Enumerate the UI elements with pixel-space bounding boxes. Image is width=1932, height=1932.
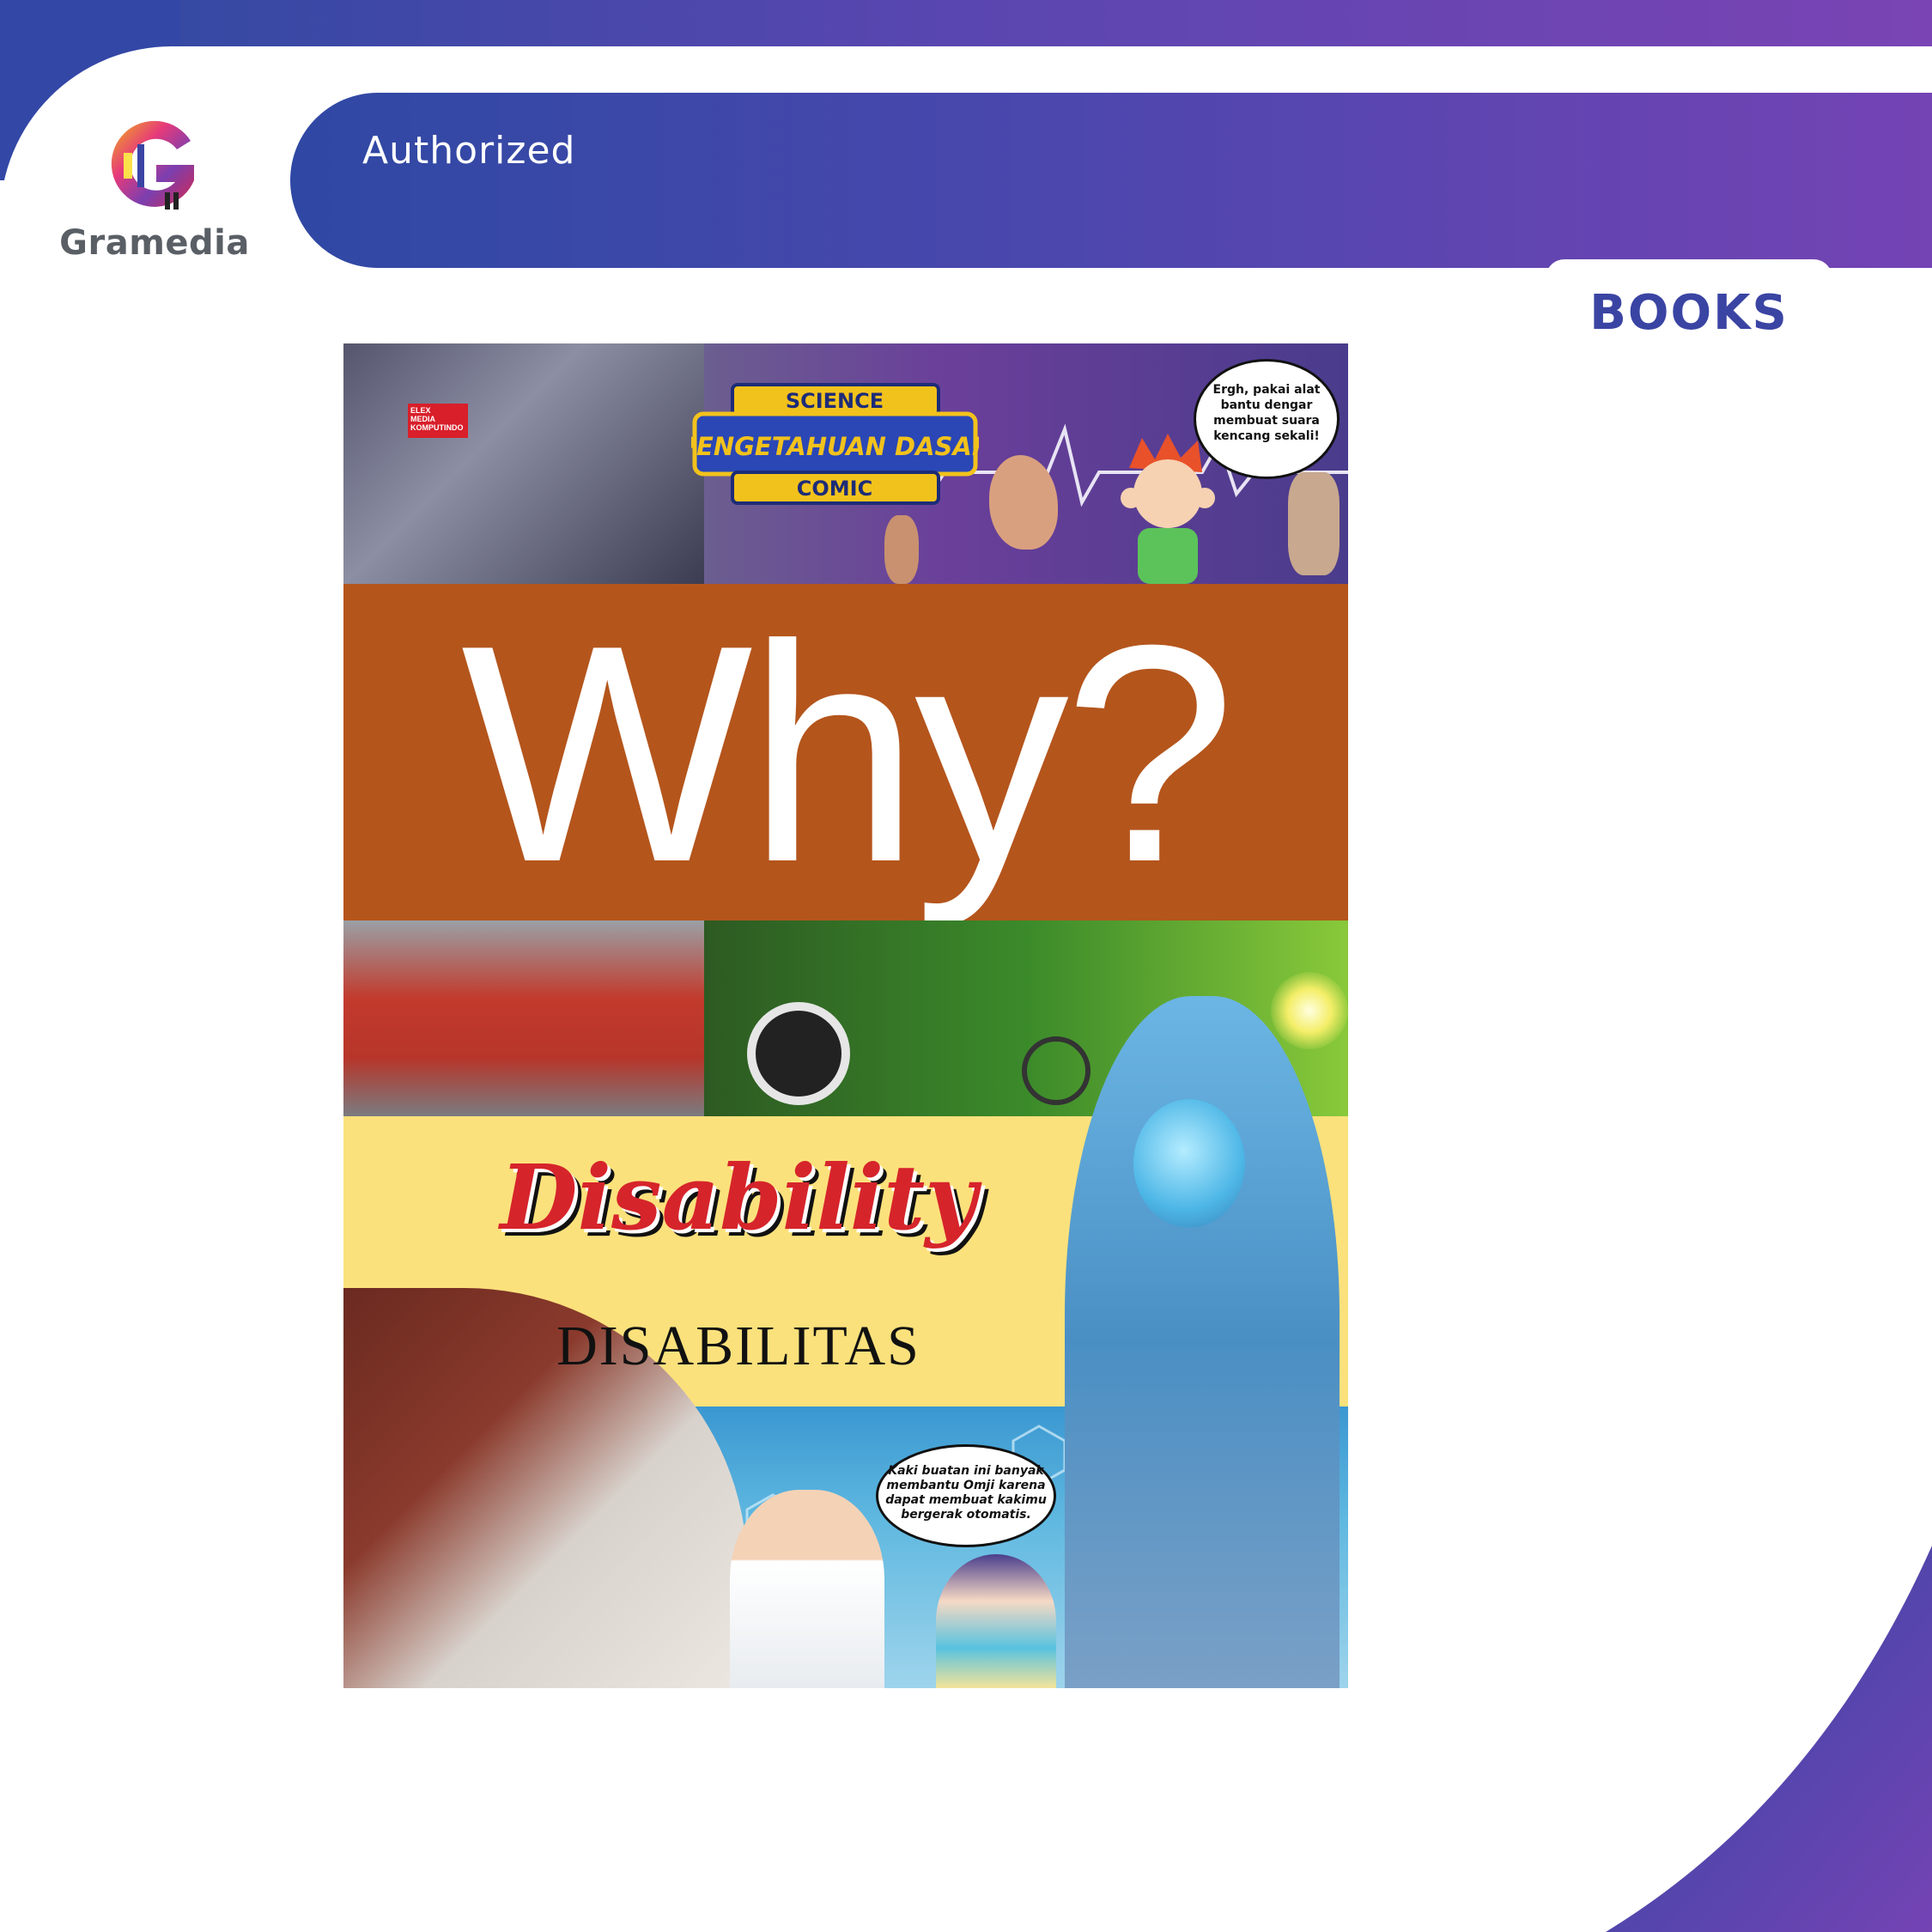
publisher-line: ELEX bbox=[410, 406, 431, 415]
publisher-logo: ELEX MEDIA KOMPUTINDO bbox=[408, 404, 468, 438]
historical-photo bbox=[343, 343, 704, 584]
doctor-character bbox=[730, 1490, 884, 1688]
header-banner: Authorized BOOKS bbox=[290, 93, 1932, 361]
publisher-line: KOMPUTINDO bbox=[410, 423, 464, 432]
badge-comic: COMIC bbox=[797, 477, 872, 501]
girl-character bbox=[936, 1554, 1056, 1688]
books-tab-label: BOOKS bbox=[1589, 285, 1789, 341]
racing-front-wheel bbox=[1022, 1036, 1091, 1105]
badge-science: SCIENCE bbox=[786, 389, 884, 413]
books-tab[interactable]: BOOKS bbox=[1546, 259, 1832, 361]
bubble-line: membuat suara bbox=[1213, 414, 1320, 428]
publisher-line: MEDIA bbox=[410, 415, 435, 423]
bubble-line: bantu dengar bbox=[1220, 398, 1313, 412]
hearing-aid-image bbox=[884, 515, 919, 584]
speech-bubble-top: Ergh, pakai alat bantu dengar membuat su… bbox=[1194, 359, 1340, 479]
gramedia-g-logo-icon bbox=[111, 120, 194, 210]
bubble-line: bergerak otomatis. bbox=[901, 1508, 1031, 1522]
top-gradient-strip bbox=[0, 0, 1932, 48]
cover-title-english: Disability bbox=[500, 1145, 977, 1250]
light-glow bbox=[1271, 972, 1348, 1049]
speech-bubble-bottom: Kaki buatan ini banyak membantu Omji kar… bbox=[876, 1444, 1056, 1547]
why-band: Why? bbox=[343, 584, 1348, 920]
series-title: Why? bbox=[460, 581, 1236, 927]
bubble-line: Kaki buatan ini banyak bbox=[888, 1464, 1044, 1478]
science-comic-badge: SCIENCE PENGETAHUAN DASAR COMIC bbox=[691, 383, 979, 505]
bubble-line: membantu Omji karena bbox=[886, 1479, 1046, 1492]
bubble-line: dapat membuat kakimu bbox=[885, 1493, 1047, 1507]
racing-wheel bbox=[747, 1002, 850, 1105]
cover-top-band: ELEX MEDIA KOMPUTINDO SCIENCE PENGETAHUA… bbox=[343, 343, 1348, 584]
bubble-line: kencang sekali! bbox=[1213, 429, 1320, 443]
robotic-head-image bbox=[1133, 1099, 1245, 1228]
brand-name: Gramedia bbox=[59, 223, 250, 263]
badge-title: PENGETAHUAN DASAR bbox=[691, 432, 979, 461]
brand-block[interactable]: Gramedia bbox=[52, 110, 258, 273]
book-cover[interactable]: ELEX MEDIA KOMPUTINDO SCIENCE PENGETAHUA… bbox=[343, 343, 1348, 1688]
hearing-aid-image bbox=[1288, 472, 1340, 575]
bus-wheelchair-photo bbox=[343, 920, 704, 1116]
cover-title-indonesian: DISABILITAS bbox=[556, 1315, 920, 1377]
authorized-label: Authorized bbox=[362, 129, 576, 173]
boy-character bbox=[1121, 434, 1215, 584]
robotic-body-image bbox=[1065, 996, 1340, 1688]
bottom-right-accent bbox=[1606, 1546, 1932, 1932]
bubble-line: Ergh, pakai alat bbox=[1212, 383, 1321, 397]
